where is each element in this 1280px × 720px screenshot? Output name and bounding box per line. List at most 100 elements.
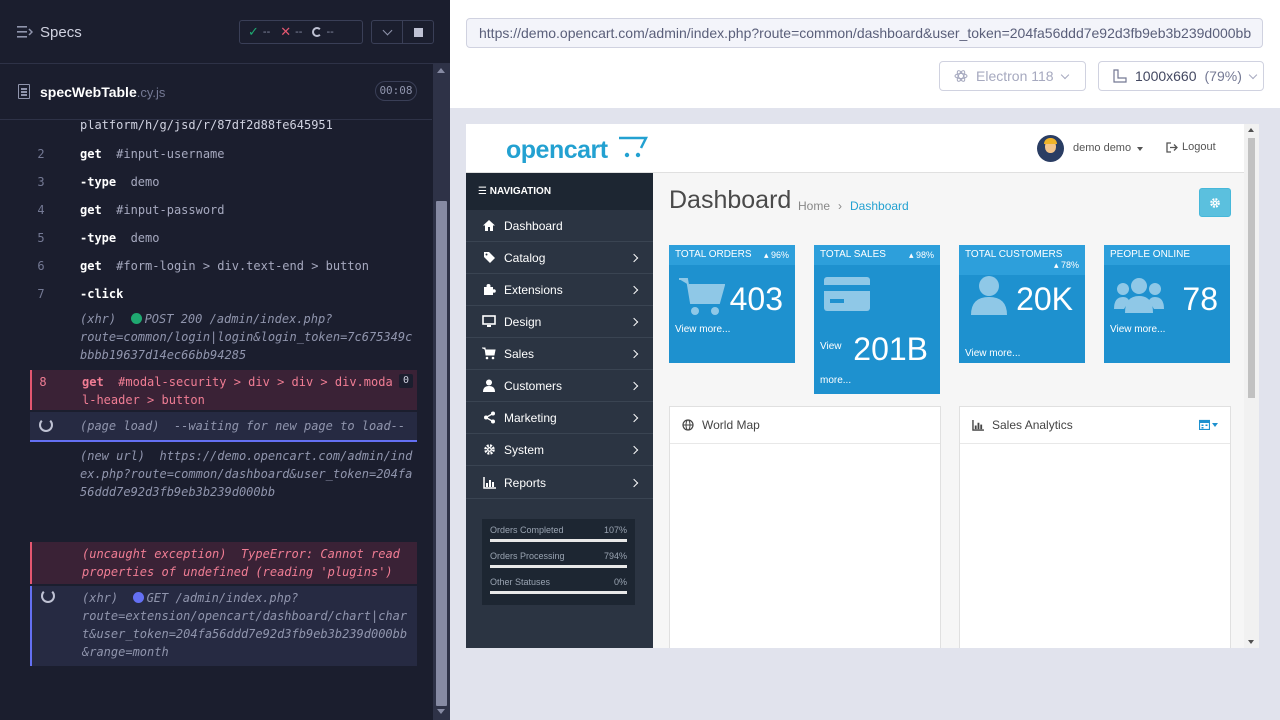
opencart-logo[interactable]: opencart [506,136,608,165]
command-row[interactable]: 2 get #input-username [30,141,417,167]
panel-heading: World Map [670,407,940,444]
scroll-down-icon[interactable] [437,709,445,714]
nav-title[interactable]: ☰ NAVIGATION [466,173,653,210]
nav-item-system[interactable]: System [466,434,653,466]
loading-spinner-icon [39,418,53,432]
share-icon [482,411,496,425]
user-icon [482,379,496,393]
pending-icon [312,27,323,37]
scroll-down-icon[interactable] [1248,640,1254,644]
gear-icon [1210,197,1220,208]
tile-total-customers: TOTAL CUSTOMERS ▴ 78% 20K View more... [959,245,1085,363]
users-icon [1114,278,1164,313]
view-more-link[interactable]: View more... [675,324,730,335]
scroll-up-icon[interactable] [1248,128,1254,132]
stat-row: Orders Completed 107% [490,525,627,551]
xhr-row[interactable]: (xhr) POST 200 /admin/index.php? route=c… [30,309,417,365]
page-title: Dashboard [669,186,792,214]
sign-out-icon [1166,141,1178,153]
chevron-down-icon [382,25,392,35]
failed-command-row[interactable]: 8 get #modal-security > div > div > div.… [30,370,417,410]
nav-item-marketing[interactable]: Marketing [466,402,653,434]
date-range-dropdown[interactable] [1199,419,1218,430]
user-menu[interactable]: demo demo [1073,142,1131,154]
nav-item-customers[interactable]: Customers [466,370,653,402]
exception-row[interactable]: (uncaught exception) TypeError: Cannot r… [30,542,417,584]
chevron-right-icon [629,478,639,487]
chevron-right-icon [629,317,639,326]
breadcrumb-home[interactable]: Home [798,199,830,213]
view-more-link[interactable]: View [820,341,842,352]
cart-logo-icon [619,136,648,158]
nav-item-reports[interactable]: Reports [466,467,653,499]
command-log: platform/h/g/jsd/r/87df2d88fe645951 2 ge… [0,120,432,680]
ruler-icon [1113,69,1127,83]
cart-icon [482,347,496,361]
caret-down-icon [1212,422,1218,427]
view-more-link[interactable]: View more... [1110,324,1165,335]
user-icon [971,276,1007,315]
status-dot-icon [132,592,144,603]
tag-icon [482,251,496,265]
sales-analytics-panel: Sales Analytics [959,406,1231,648]
dashboard-content: Dashboard Home › Dashboard TOTAL ORDERS ▴… [653,173,1244,648]
pending-stat: -- [312,26,334,38]
aut-panel: https://demo.opencart.com/admin/index.ph… [450,0,1280,720]
dashboard-icon [482,219,496,233]
cart-icon [679,278,725,315]
chevron-down-icon [1248,70,1258,79]
browser-selector[interactable]: Electron 118 [939,61,1086,91]
command-row[interactable]: 7 -click [30,281,417,307]
tile-total-sales: TOTAL SALES ▴ 98% View 201B more... [814,245,940,394]
new-url-row[interactable]: (new url) https://demo.opencart.com/admi… [30,446,417,538]
specs-title[interactable]: Specs [40,24,82,41]
progress-bar [490,591,627,594]
runner-controls [371,20,434,44]
chevron-right-icon [629,349,639,358]
view-more-link[interactable]: more... [820,375,851,386]
url-bar[interactable]: https://demo.opencart.com/admin/index.ph… [466,18,1263,48]
opencart-header: opencart demo demo Logout [466,124,1244,173]
command-row[interactable]: platform/h/g/jsd/r/87df2d88fe645951 [30,120,417,140]
stat-row: Orders Processing 794% [490,551,627,577]
caret-down-icon[interactable] [1137,147,1143,151]
cross-icon: ✕ [280,24,292,39]
spec-name[interactable]: specWebTable.cy.js [40,84,165,100]
nav-item-design[interactable]: Design [466,306,653,338]
logout-link[interactable]: Logout [1166,141,1216,153]
chevron-right-icon [629,253,639,262]
viewport-selector[interactable]: 1000x660 (79%) [1098,61,1264,91]
avatar[interactable] [1037,135,1064,162]
nav-item-catalog[interactable]: Catalog [466,242,653,274]
breadcrumb: Home › Dashboard [798,199,909,213]
element-count-badge: 0 [399,374,413,388]
command-row[interactable]: 3 -type demo [30,169,417,195]
command-log-scrollbar[interactable] [433,64,450,720]
page-load-row[interactable]: (page load) --waiting for new page to lo… [30,412,417,442]
globe-icon [682,419,694,431]
command-row[interactable]: 6 get #form-login > div.text-end > butto… [30,253,417,279]
view-more-link[interactable]: View more... [965,348,1020,359]
progress-bar [490,565,627,568]
tile-total-orders: TOTAL ORDERS ▴ 96% 403 View more... [669,245,795,363]
scrollbar-thumb[interactable] [1248,138,1255,398]
chevron-down-icon [1060,70,1069,79]
command-row[interactable]: 4 get #input-password [30,197,417,223]
xhr-row[interactable]: (xhr) GET /admin/index.php? route=extens… [30,586,417,666]
collapse-button[interactable] [372,21,402,43]
settings-button[interactable] [1199,188,1231,217]
command-row[interactable]: 5 -type demo [30,225,417,251]
nav-item-dashboard[interactable]: Dashboard [466,210,653,242]
panel-heading: Sales Analytics [960,407,1230,444]
breadcrumb-dashboard[interactable]: Dashboard [850,199,909,213]
aut-scrollbar[interactable] [1244,124,1259,648]
stop-button[interactable] [402,21,433,43]
stat-row: Other Statuses 0% [490,577,627,603]
nav-item-extensions[interactable]: Extensions [466,274,653,306]
puzzle-icon [482,283,496,297]
scroll-up-icon[interactable] [437,68,445,73]
scrollbar-thumb[interactable] [436,201,447,706]
specs-list-icon[interactable] [17,25,33,39]
chevron-right-icon [629,445,639,454]
nav-item-sales[interactable]: Sales [466,338,653,370]
